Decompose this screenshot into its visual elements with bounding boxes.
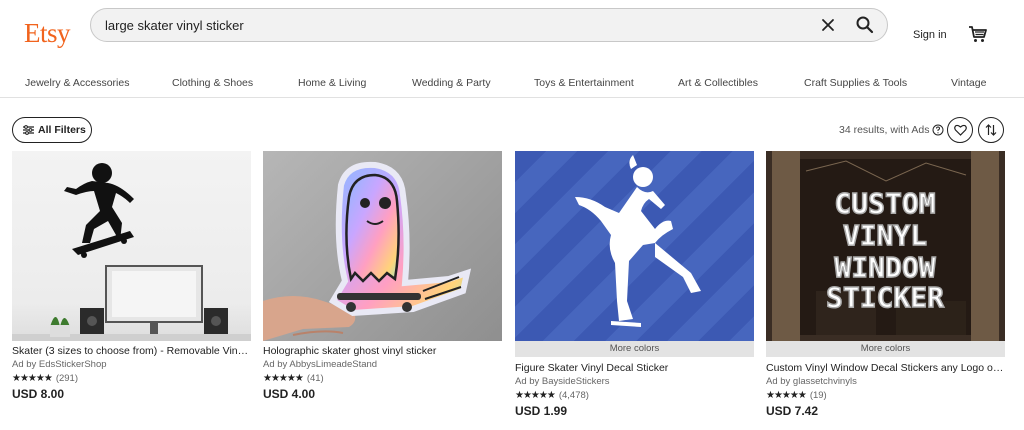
listing-shop[interactable]: Ad by EdsStickerShop (12, 359, 251, 371)
star-rating-icon: ★★★★★ (263, 372, 304, 384)
review-count: (4,478) (558, 389, 589, 401)
category-craft-supplies-tools[interactable]: Craft Supplies & Tools (804, 77, 907, 89)
review-count: (41) (306, 372, 324, 384)
listing-image[interactable] (515, 151, 754, 341)
listing-rating: ★★★★★ (291) (12, 372, 251, 384)
listing-rating: ★★★★★ (41) (263, 372, 502, 384)
star-rating-icon: ★★★★★ (12, 372, 53, 384)
sort-arrows-icon (985, 124, 997, 136)
sort-button[interactable] (978, 117, 1004, 143)
listing-price: USD 7.42 (766, 404, 819, 418)
heart-icon (953, 124, 967, 136)
listing-card[interactable]: More colors Figure Skater Vinyl Decal St… (515, 151, 754, 418)
category-clothing-shoes[interactable]: Clothing & Shoes (172, 77, 253, 89)
search-icon[interactable] (855, 15, 875, 35)
listing-title[interactable]: Custom Vinyl Window Decal Stickers any L… (766, 362, 1004, 375)
listing-price: USD 1.99 (515, 404, 568, 418)
category-wedding-party[interactable]: Wedding & Party (412, 77, 491, 89)
clear-icon[interactable] (820, 17, 836, 33)
listing-image[interactable] (12, 151, 251, 341)
listing-shop[interactable]: Ad by glassetchvinyls (766, 376, 1005, 388)
category-nav: Jewelry & Accessories Clothing & Shoes H… (0, 72, 1024, 98)
category-vintage[interactable]: Vintage (951, 77, 986, 89)
listing-image[interactable]: CUSTOM VINYL WINDOW STICKER (766, 151, 1005, 341)
category-jewelry-accessories[interactable]: Jewelry & Accessories (25, 77, 129, 89)
category-art-collectibles[interactable]: Art & Collectibles (678, 77, 758, 89)
sign-in-link[interactable]: Sign in (913, 29, 947, 41)
review-count: (19) (809, 389, 827, 401)
results-text: 34 results, with Ads (839, 124, 930, 136)
custom-window-decal-image: CUSTOM VINYL WINDOW STICKER (766, 151, 1005, 341)
listing-price: USD 4.00 (263, 387, 316, 401)
etsy-logo[interactable]: Etsy (24, 18, 71, 49)
cart-icon[interactable] (968, 25, 988, 43)
listing-card[interactable]: CUSTOM VINYL WINDOW STICKER More colors … (766, 151, 1005, 418)
save-search-button[interactable] (947, 117, 973, 143)
window-text-line: WINDOW (834, 251, 935, 284)
listing-title[interactable]: Skater (3 sizes to choose from) - Remova… (12, 345, 250, 358)
star-rating-icon: ★★★★★ (766, 389, 807, 401)
listing-title[interactable]: Holographic skater ghost vinyl sticker (263, 345, 501, 358)
skater-wall-sticker-image (12, 163, 251, 341)
holographic-ghost-sticker-image (263, 161, 472, 341)
category-toys-entertainment[interactable]: Toys & Entertainment (534, 77, 634, 89)
window-text-line: CUSTOM (834, 187, 935, 220)
window-text-line: VINYL (843, 219, 927, 252)
category-home-living[interactable]: Home & Living (298, 77, 366, 89)
header: Etsy Sign in (0, 0, 1024, 62)
star-rating-icon: ★★★★★ (515, 389, 556, 401)
all-filters-label: All Filters (38, 124, 86, 136)
search-bar (90, 8, 888, 42)
listing-shop[interactable]: Ad by AbbysLimeadeStand (263, 359, 502, 371)
listing-rating: ★★★★★ (4,478) (515, 389, 754, 401)
listing-rating: ★★★★★ (19) (766, 389, 1005, 401)
filter-sliders-icon (23, 125, 34, 135)
review-count: (291) (55, 372, 79, 384)
results-count: 34 results, with Ads (839, 124, 944, 136)
figure-skater-decal-image (575, 155, 701, 327)
all-filters-button[interactable]: All Filters (12, 117, 92, 143)
listing-shop[interactable]: Ad by BaysideStickers (515, 376, 754, 388)
window-text-line: STICKER (826, 281, 944, 314)
help-icon[interactable] (932, 124, 944, 136)
listing-card[interactable]: Skater (3 sizes to choose from) - Remova… (12, 151, 251, 401)
listing-card[interactable]: Holographic skater ghost vinyl sticker A… (263, 151, 502, 401)
listing-image[interactable] (263, 151, 502, 341)
listing-price: USD 8.00 (12, 387, 65, 401)
more-colors-label: More colors (515, 341, 754, 357)
more-colors-label: More colors (766, 341, 1005, 357)
search-input[interactable] (91, 9, 791, 41)
listing-title[interactable]: Figure Skater Vinyl Decal Sticker (515, 362, 753, 375)
